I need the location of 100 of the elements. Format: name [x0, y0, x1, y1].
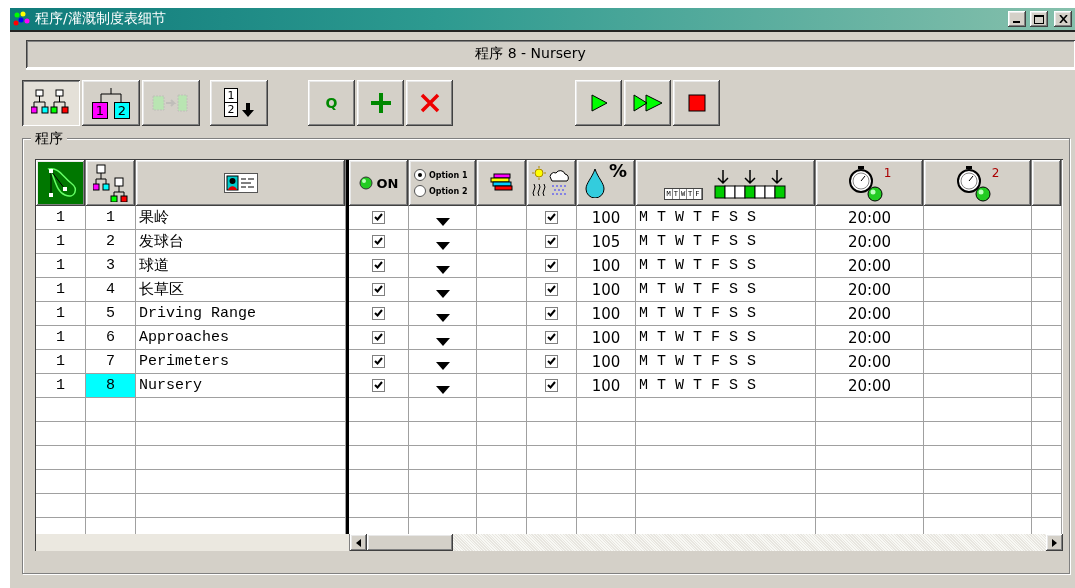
empty-cell [86, 398, 136, 422]
hierarchy-button[interactable]: 1 2 [82, 80, 140, 126]
plus-icon [369, 92, 392, 114]
table-cell: M T W T F S S [636, 350, 816, 374]
dropdown-arrow-icon[interactable] [435, 265, 450, 274]
table-cell: 105 [577, 230, 636, 254]
dropdown-arrow-icon[interactable] [435, 289, 450, 298]
number-tag: 2 [224, 102, 238, 117]
table-cell[interactable]: 2 [86, 230, 136, 254]
stopwatch-icon [955, 166, 992, 202]
checkbox[interactable] [372, 379, 385, 392]
checkbox[interactable] [372, 331, 385, 344]
table-cell: M T W T F S S [636, 206, 816, 230]
dropdown-arrow-icon[interactable] [435, 385, 450, 394]
id-card-icon [223, 173, 258, 193]
horizontal-scrollbar[interactable] [350, 534, 1063, 551]
empty-cell [577, 446, 636, 470]
fast-forward-button[interactable] [624, 80, 671, 126]
table-cell: 20:00 [816, 230, 924, 254]
empty-cell [1032, 302, 1062, 326]
table-cell: 20:00 [816, 206, 924, 230]
table-cell: Nursery [136, 374, 346, 398]
left-arrow-icon[interactable] [356, 538, 361, 547]
empty-cell [36, 470, 86, 494]
empty-cell [577, 494, 636, 518]
stopwatch-icon [847, 166, 884, 202]
checkbox[interactable] [545, 331, 558, 344]
empty-cell [86, 470, 136, 494]
table-cell: 果岭 [136, 206, 346, 230]
close-icon [419, 93, 440, 113]
day-schedule-icon [712, 170, 787, 200]
dropdown-arrow-icon[interactable] [435, 337, 450, 346]
table-cell: 1 [36, 254, 86, 278]
empty-cell [86, 446, 136, 470]
empty-cell [477, 422, 527, 446]
checkbox[interactable] [545, 379, 558, 392]
empty-cell [36, 494, 86, 518]
table-cell[interactable]: 8 [86, 374, 136, 398]
empty-cell [349, 470, 409, 494]
empty-cell [477, 470, 527, 494]
table-cell: 100 [577, 326, 636, 350]
checkbox[interactable] [545, 283, 558, 296]
play-icon [589, 94, 608, 112]
add-button[interactable] [357, 80, 404, 126]
checkbox[interactable] [372, 259, 385, 272]
scrollbar-thumb[interactable] [367, 534, 453, 551]
stop-button[interactable] [673, 80, 720, 126]
play-button[interactable] [575, 80, 622, 126]
table-cell: 20:00 [816, 374, 924, 398]
empty-cell [527, 470, 577, 494]
table-cell: 100 [577, 206, 636, 230]
empty-cell [577, 398, 636, 422]
table-cell: 1 [36, 350, 86, 374]
table-cell[interactable]: 6 [86, 326, 136, 350]
right-arrow-icon[interactable] [1052, 538, 1057, 547]
fast-forward-icon [632, 94, 663, 112]
sort-button[interactable]: 1 2 [210, 80, 268, 126]
checkbox[interactable] [372, 211, 385, 224]
dropdown-arrow-icon[interactable] [435, 217, 450, 226]
checkbox[interactable] [372, 283, 385, 296]
empty-cell [477, 494, 527, 518]
radio-button[interactable] [414, 169, 426, 181]
table-cell: 发球台 [136, 230, 346, 254]
checkbox[interactable] [545, 307, 558, 320]
table-cell[interactable]: 3 [86, 254, 136, 278]
minimize-button[interactable] [1008, 11, 1026, 27]
table-cell: 长草区 [136, 278, 346, 302]
table-cell[interactable]: 5 [86, 302, 136, 326]
table-cell: 100 [577, 254, 636, 278]
empty-cell [1032, 422, 1062, 446]
maximize-button[interactable] [1030, 11, 1048, 27]
checkbox[interactable] [372, 235, 385, 248]
number-tag: 2 [114, 101, 130, 119]
close-button[interactable] [1054, 11, 1072, 27]
table-cell[interactable]: 4 [86, 278, 136, 302]
stop-icon [687, 94, 706, 112]
checkbox[interactable] [545, 259, 558, 272]
tree-view-icon [31, 89, 71, 117]
checkbox[interactable] [372, 307, 385, 320]
dropdown-arrow-icon[interactable] [435, 313, 450, 322]
table-cell: 100 [577, 278, 636, 302]
empty-cell [409, 422, 477, 446]
checkbox[interactable] [545, 211, 558, 224]
hierarchy-icon [92, 164, 129, 202]
checkbox[interactable] [545, 355, 558, 368]
tree-view-button[interactable] [22, 80, 80, 126]
radio-button[interactable] [414, 185, 426, 197]
empty-cell [349, 446, 409, 470]
checkbox[interactable] [545, 235, 558, 248]
dropdown-arrow-icon[interactable] [435, 361, 450, 370]
empty-cell [527, 422, 577, 446]
empty-cell [527, 494, 577, 518]
table-cell: M T W T F S S [636, 374, 816, 398]
empty-cell [349, 494, 409, 518]
empty-cell [1032, 254, 1062, 278]
table-cell[interactable]: 1 [86, 206, 136, 230]
checkbox[interactable] [372, 355, 385, 368]
empty-cell [1032, 374, 1062, 398]
delete-button[interactable] [406, 80, 453, 126]
dropdown-arrow-icon[interactable] [435, 241, 450, 250]
